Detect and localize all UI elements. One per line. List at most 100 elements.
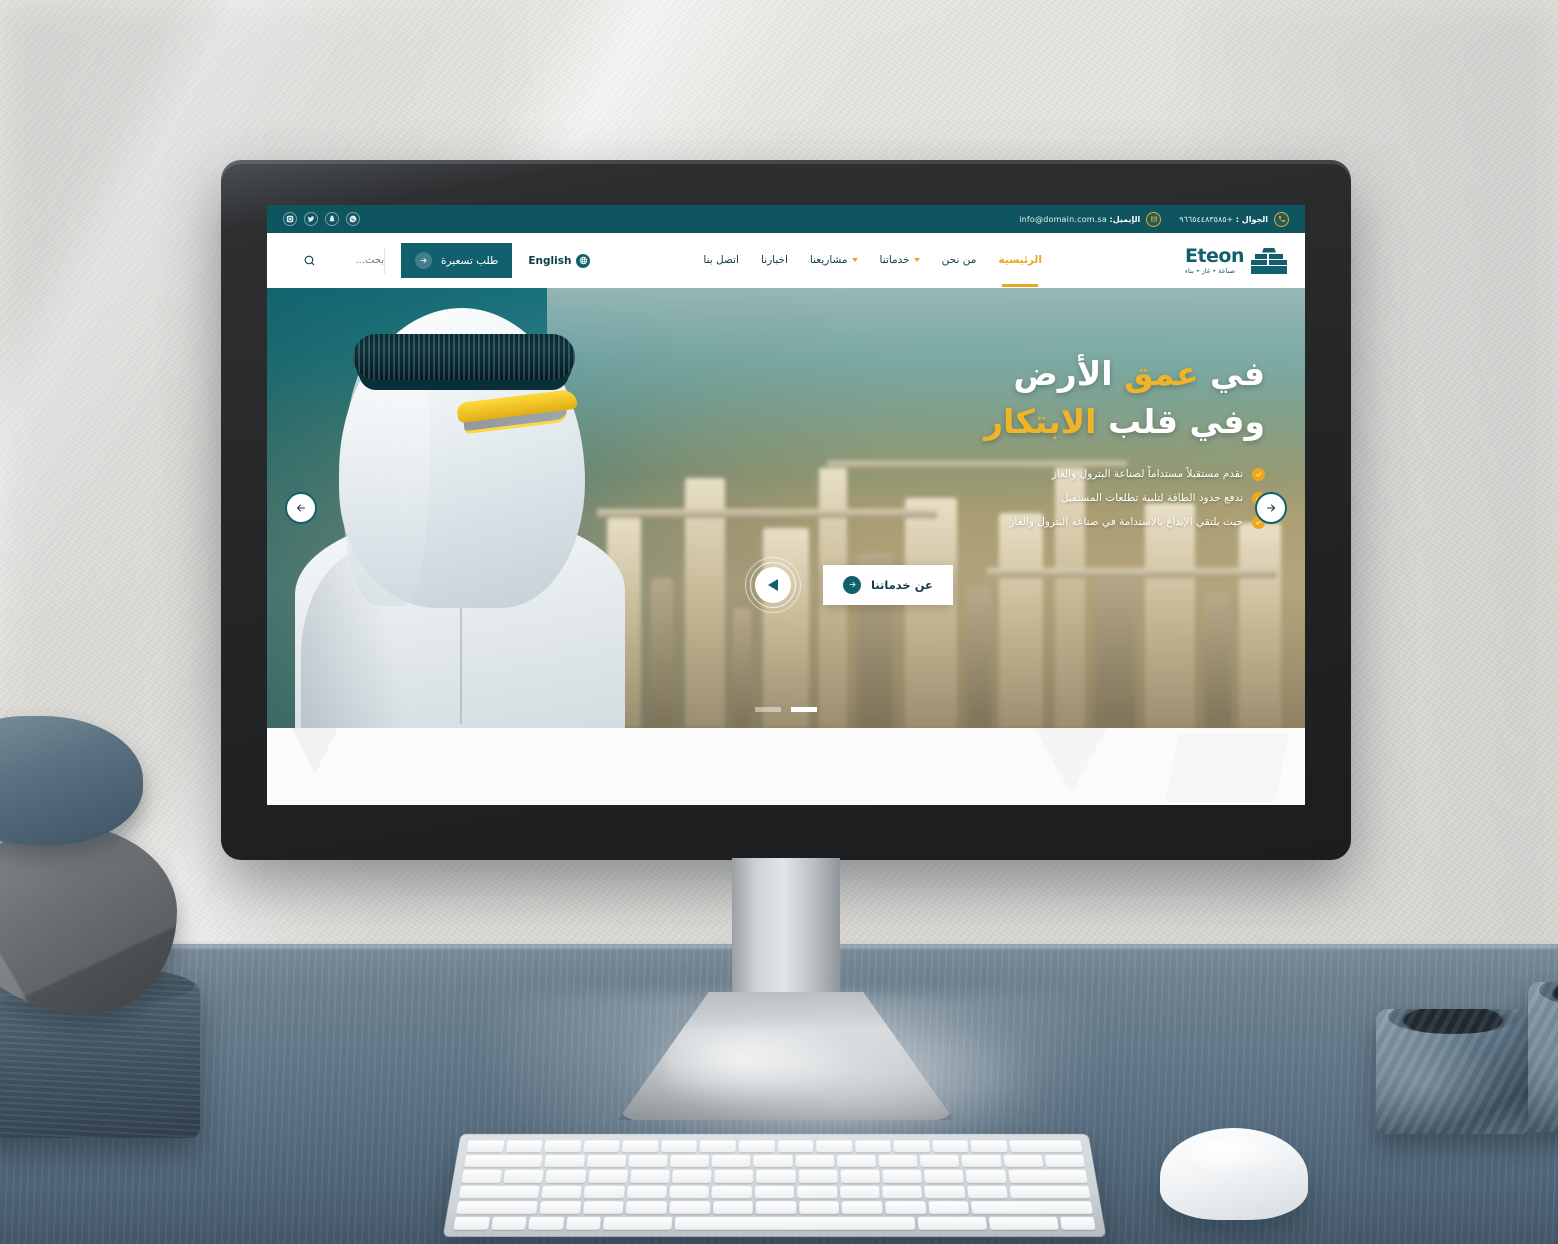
monitor-bezel: الجوال : +٩٦٦٥٤٤٨٣٥٨٥ الإيميل: info@doma…: [221, 160, 1351, 860]
hero-bullet-item: حيث يلتقي الإبداع بالاستدامة في صناعة ال…: [745, 515, 1265, 529]
nav-item-home-label: الرئيسية: [998, 253, 1042, 266]
arrow-right-icon: [1267, 504, 1275, 512]
nav-item-about[interactable]: من نحن: [942, 254, 977, 268]
hero-content: في عمق الأرض وفي قلب الابتكار نقدم مستقب…: [745, 350, 1265, 613]
hero-heading-line1: في عمق الأرض: [745, 350, 1265, 398]
logo-text: Eteon صناعة • غاز • بناء: [1184, 244, 1245, 275]
phone-text: الجوال : +٩٦٦٥٤٤٨٣٥٨٥: [1179, 215, 1268, 224]
slider-prev-button[interactable]: [285, 492, 317, 524]
keyboard-row: [456, 1200, 1094, 1214]
nav-item-contact-label: اتصل بنا: [703, 253, 739, 266]
top-contact-bar: الجوال : +٩٦٦٥٤٤٨٣٥٨٥ الإيميل: info@doma…: [267, 205, 1305, 233]
keyboard-row: [463, 1155, 1086, 1168]
phone-contact[interactable]: الجوال : +٩٦٦٥٤٤٨٣٥٨٥: [1179, 211, 1289, 227]
nav-item-services[interactable]: خدماتنا: [880, 254, 920, 268]
hero-heading-line2-gold: الابتكار: [984, 401, 1097, 441]
keyboard-row: [461, 1170, 1088, 1183]
arrow-right-icon: [843, 575, 861, 594]
below-hero-section: [267, 728, 1305, 805]
play-triangle: [768, 578, 778, 591]
play-icon[interactable]: [755, 566, 791, 603]
globe-icon: [576, 253, 591, 268]
slider-next-button[interactable]: [1255, 492, 1287, 524]
nav-item-about-label: من نحن: [941, 253, 977, 266]
hero-heading-line1-a: في: [1198, 354, 1265, 393]
hero-bullet-item: نقدم مستقبلاً مستداماً لصناعة البترول وا…: [745, 467, 1265, 481]
hero-bullet-text: نقدم مستقبلاً مستداماً لصناعة البترول وا…: [1051, 468, 1243, 481]
building-bricks-icon: [1251, 247, 1287, 274]
hero-slider: في عمق الأرض وفي قلب الابتكار نقدم مستقب…: [267, 288, 1305, 728]
hero-heading-line2: وفي قلب الابتكار: [745, 398, 1265, 446]
monitor-screen: الجوال : +٩٦٦٥٤٤٨٣٥٨٥ الإيميل: info@doma…: [267, 205, 1305, 805]
stone-vessel-right: [1528, 982, 1558, 1132]
nav-menu: الرئيسية من نحن خدماتنا مشاريعنا اخبارنا…: [703, 254, 1042, 268]
video-play-area: [745, 556, 801, 613]
stone-vessel-left: [1376, 1009, 1530, 1134]
email-label: الإيميل:: [1109, 214, 1141, 224]
nav-item-contact[interactable]: اتصل بنا: [703, 254, 739, 268]
hero-person-photo: [287, 288, 647, 728]
request-quote-label: طلب تسعيرة: [441, 254, 499, 267]
desk-scene: الجوال : +٩٦٦٥٤٤٨٣٥٨٥ الإيميل: info@doma…: [0, 0, 1558, 1244]
nav-item-news[interactable]: اخبارنا: [761, 254, 788, 268]
arrow-right-icon: [415, 252, 433, 269]
email-value: info@domain.com.sa: [1019, 214, 1107, 224]
nav-item-home[interactable]: الرئيسية: [998, 254, 1042, 268]
snapchat-icon[interactable]: [325, 212, 339, 226]
monitor-neck: [732, 858, 840, 998]
logo-tagline: صناعة • غاز • بناء: [1184, 266, 1236, 275]
nav-item-projects-label: مشاريعنا: [809, 253, 848, 266]
slider-dot[interactable]: [755, 707, 781, 712]
search-icon[interactable]: [303, 254, 316, 267]
twitter-icon[interactable]: [304, 212, 318, 226]
nav-item-news-label: اخبارنا: [760, 253, 788, 266]
imac-computer: الجوال : +٩٦٦٥٤٤٨٣٥٨٥ الإيميل: info@doma…: [221, 160, 1351, 1120]
nav-actions: English طلب تسعيرة: [285, 243, 591, 278]
hero-bullet-item: ندفع حدود الطاقة لتلبية تطلعات المستقبل: [745, 491, 1265, 505]
check-circle-icon: [1252, 467, 1265, 481]
nav-item-services-label: خدماتنا: [879, 253, 910, 266]
hero-cta-row: عن خدماتنا: [745, 556, 1265, 613]
about-services-button[interactable]: عن خدماتنا: [823, 564, 953, 605]
nav-item-projects[interactable]: مشاريعنا: [810, 254, 858, 268]
site-logo[interactable]: Eteon صناعة • غاز • بناء: [1184, 244, 1287, 275]
envelope-icon: [1146, 211, 1162, 227]
contact-group: الجوال : +٩٦٦٥٤٤٨٣٥٨٥ الإيميل: info@doma…: [1019, 211, 1289, 227]
phone-label: الجوال :: [1235, 214, 1268, 224]
hero-bullet-list: نقدم مستقبلاً مستداماً لصناعة البترول وا…: [745, 467, 1265, 529]
email-contact[interactable]: الإيميل: info@domain.com.sa: [1019, 211, 1162, 227]
hero-heading-line2-a: وفي قلب: [1096, 401, 1265, 441]
social-links: [283, 212, 360, 226]
main-navigation: Eteon صناعة • غاز • بناء الرئيسية من نحن…: [267, 233, 1305, 288]
keyboard-row: [453, 1216, 1096, 1230]
website-page: الجوال : +٩٦٦٥٤٤٨٣٥٨٥ الإيميل: info@doma…: [267, 205, 1305, 805]
hero-bullet-text: ندفع حدود الطاقة لتلبية تطلعات المستقبل: [1060, 492, 1243, 505]
keyboard-row: [466, 1140, 1083, 1153]
decor-shape: [1164, 734, 1290, 802]
hero-heading-line1-b: الأرض: [1013, 354, 1125, 393]
slider-dot-active[interactable]: [791, 707, 817, 712]
language-label: English: [528, 254, 572, 267]
whatsapp-icon[interactable]: [346, 212, 360, 226]
phone-value: +٩٦٦٥٤٤٨٣٥٨٥: [1179, 214, 1234, 224]
keyboard-row: [458, 1185, 1091, 1199]
search-input[interactable]: [326, 255, 385, 266]
decor-triangle: [1027, 728, 1115, 794]
instagram-icon[interactable]: [283, 212, 297, 226]
phone-icon: [1274, 211, 1289, 227]
request-quote-button[interactable]: طلب تسعيرة: [401, 243, 513, 278]
logo-name: Eteon: [1184, 244, 1245, 267]
hero-heading-line1-gold: عمق: [1124, 354, 1199, 393]
about-services-label: عن خدماتنا: [871, 577, 933, 592]
person-agal-headband: [353, 334, 575, 380]
mouse[interactable]: [1160, 1128, 1308, 1220]
chevron-down-icon: [913, 257, 920, 262]
arrow-left-icon: [297, 504, 305, 512]
language-switcher[interactable]: English: [528, 253, 591, 268]
decor-triangle: [289, 728, 341, 774]
chevron-down-icon: [851, 257, 858, 262]
search-area: [289, 247, 386, 274]
slider-pagination: [755, 707, 817, 712]
hero-bullet-text: حيث يلتقي الإبداع بالاستدامة في صناعة ال…: [1009, 516, 1243, 529]
keyboard[interactable]: [442, 1134, 1107, 1237]
